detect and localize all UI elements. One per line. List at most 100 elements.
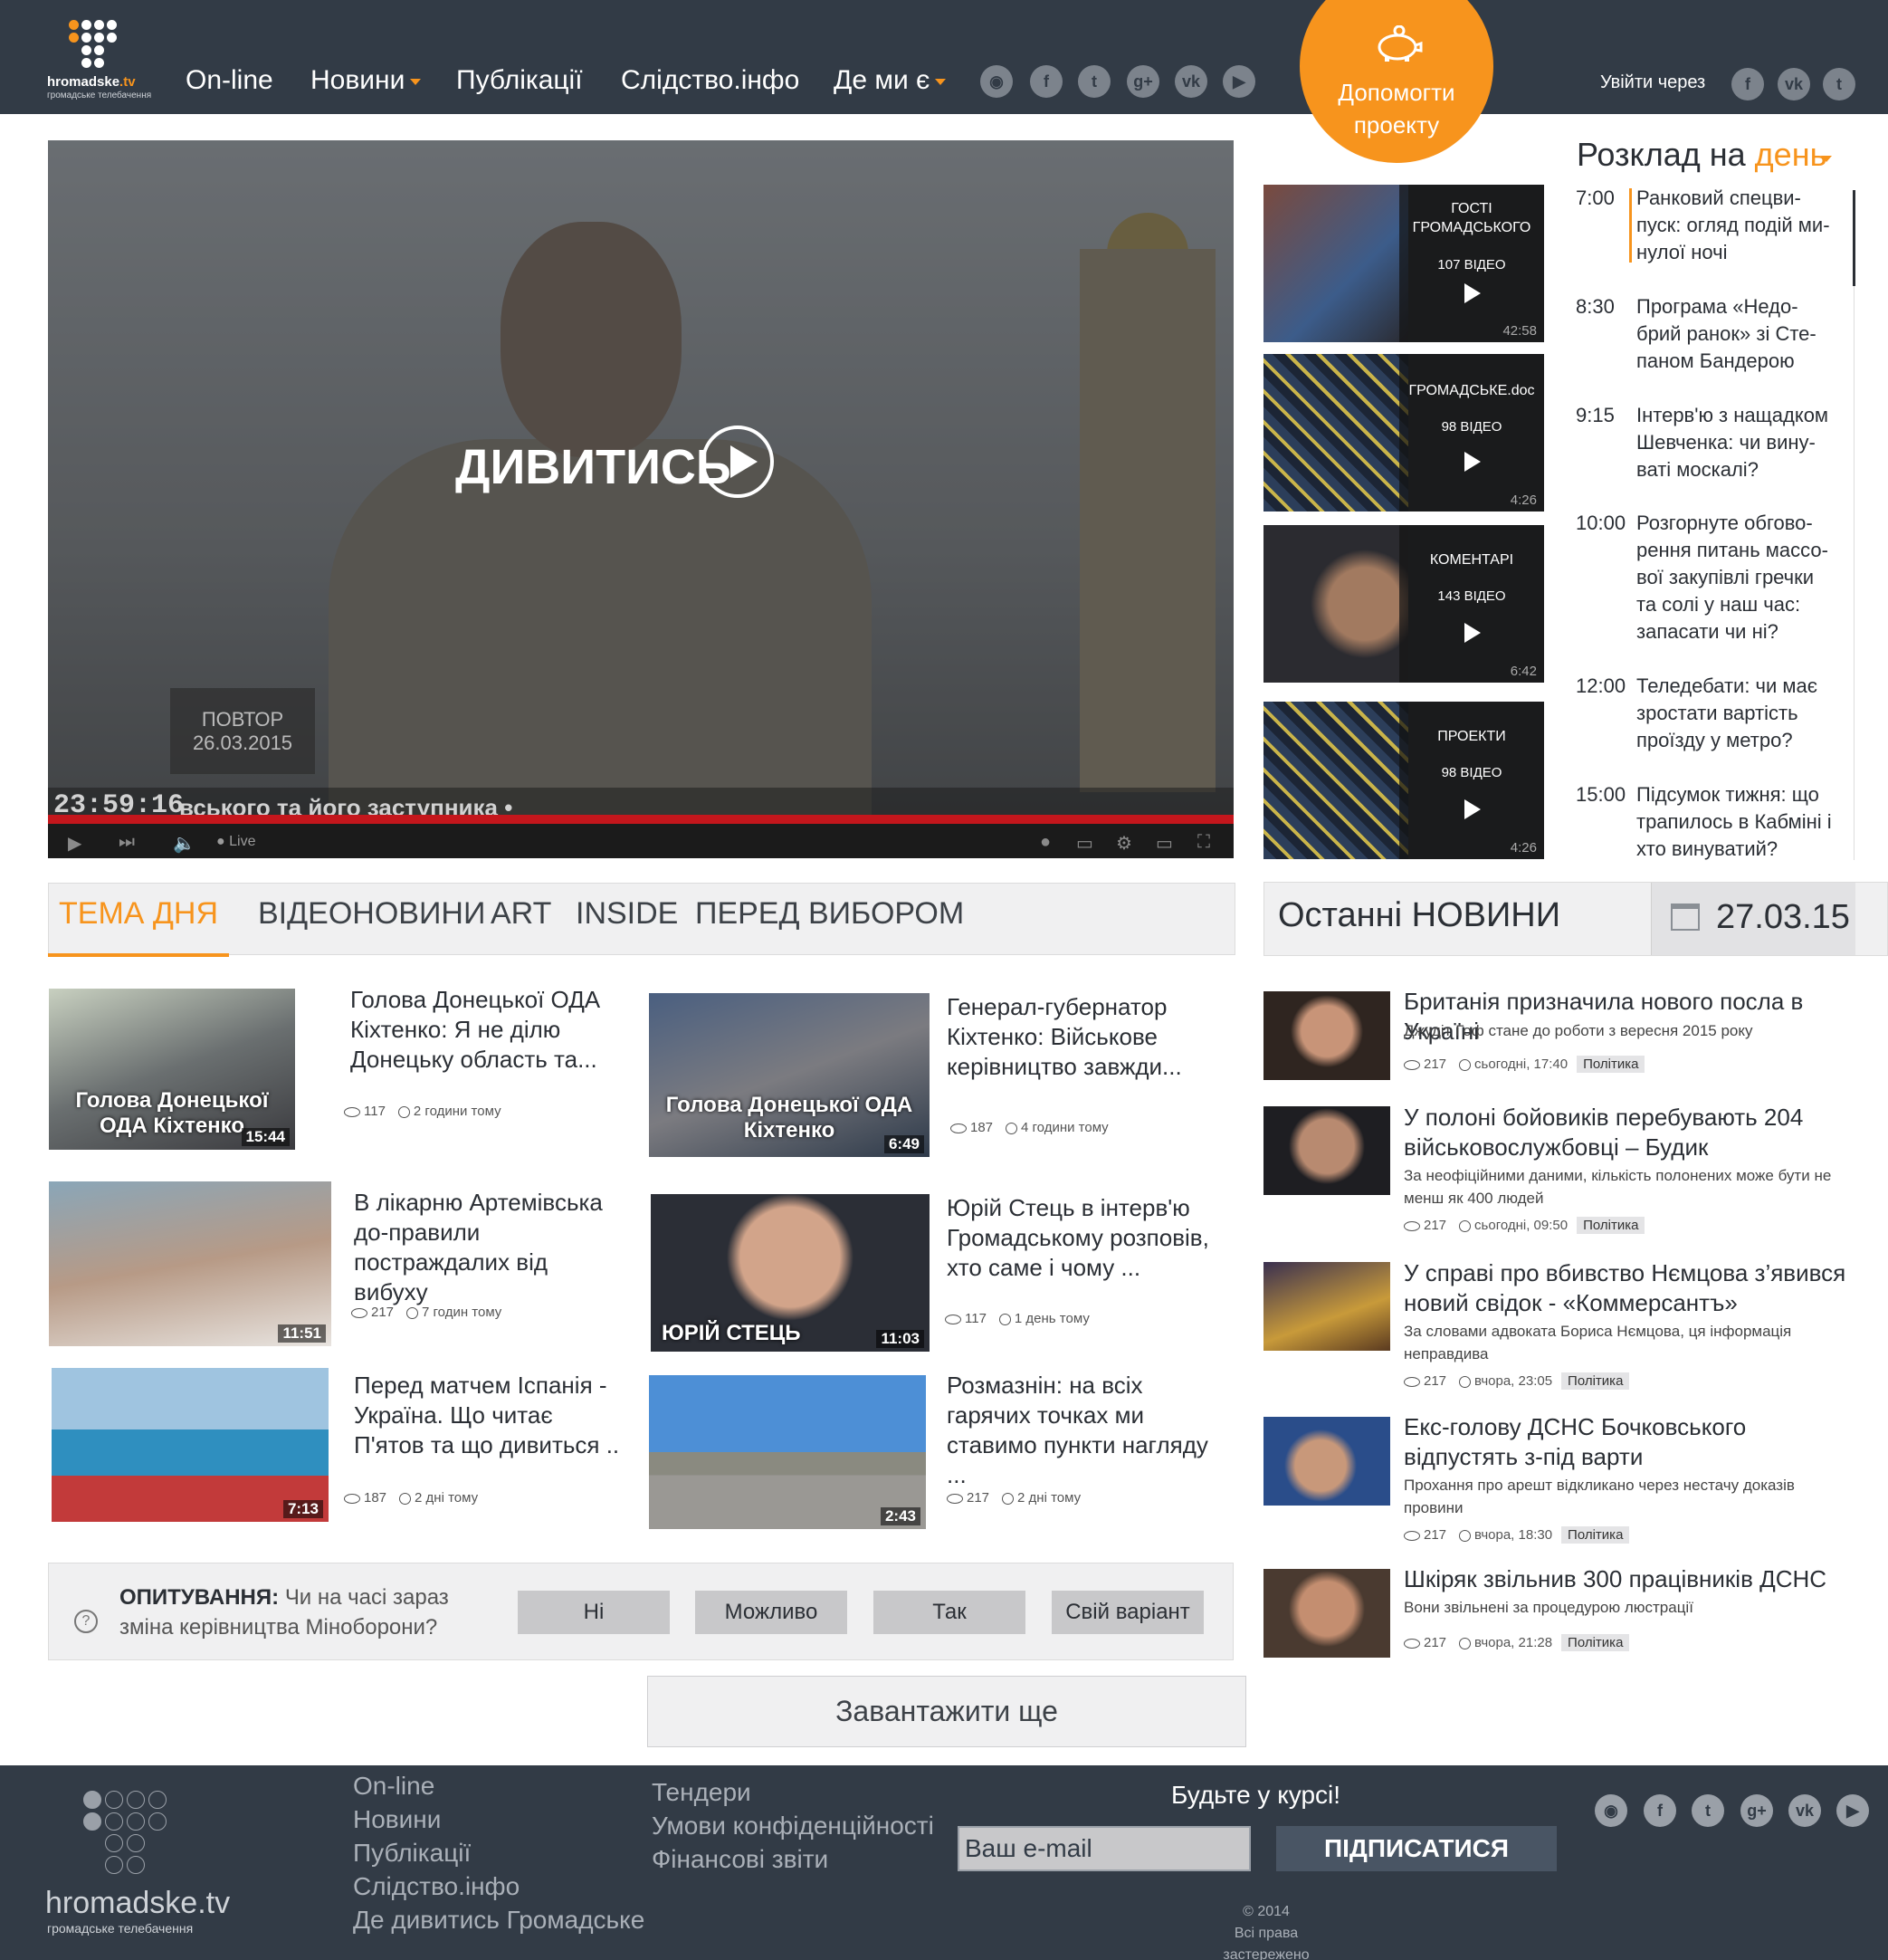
schedule-item[interactable]: Розгорнуте обгово-рення питань массо-вої… (1636, 510, 1836, 645)
logo-text[interactable]: hromadske.tv (47, 74, 136, 90)
load-more-button[interactable]: Завантажити ще (647, 1676, 1246, 1747)
tab-videonews[interactable]: ВІДЕОНОВИНИ (258, 896, 485, 932)
footer-link-privacy[interactable]: Умови конфіденційності (652, 1812, 934, 1840)
schedule-period-selector[interactable]: день (1755, 136, 1827, 173)
vk-icon[interactable]: vk (1175, 65, 1207, 98)
news-card-image[interactable]: Голова Донецької ОДА Кіхтенко 15:44 (49, 989, 295, 1150)
footer-link-online[interactable]: On-line (353, 1772, 434, 1801)
footer-link-news[interactable]: Новини (353, 1805, 441, 1834)
news-card-image[interactable]: 11:51 (49, 1181, 331, 1346)
news-title[interactable]: У справі про вбивство Нємцова з’явився н… (1404, 1258, 1856, 1318)
nav-online[interactable]: On-line (186, 65, 273, 96)
rss-icon[interactable]: ◉ (1595, 1794, 1627, 1827)
poll-option-no[interactable]: Ні (518, 1591, 670, 1634)
settings-icon[interactable]: ⚙ (1116, 832, 1132, 855)
news-title[interactable]: У полоні бойовиків перебувають 204 війсь… (1404, 1103, 1856, 1162)
playlist-card[interactable]: ПРОЕКТИ 98 ВІДЕО 4:26 (1263, 702, 1544, 859)
category-tag[interactable]: Політика (1577, 1217, 1645, 1234)
vk-icon[interactable]: vk (1778, 68, 1810, 100)
vk-icon[interactable]: vk (1788, 1794, 1821, 1827)
news-card-title[interactable]: Юрій Стець в інтерв'ю Громадському розпо… (947, 1193, 1218, 1283)
footer-link-where-to-watch[interactable]: Де дивитись Громадське (353, 1906, 644, 1935)
play-small-icon[interactable]: ▶ (68, 832, 81, 855)
facebook-icon[interactable]: f (1030, 65, 1063, 98)
category-tag[interactable]: Політика (1561, 1634, 1630, 1651)
news-thumbnail[interactable] (1263, 1569, 1390, 1658)
nav-slidstvo[interactable]: Слідство.інфо (621, 65, 799, 96)
info-icon[interactable]: ● (1040, 832, 1051, 853)
twitter-icon[interactable]: t (1823, 68, 1855, 100)
news-card-image[interactable]: 7:13 (52, 1368, 329, 1522)
youtube-icon[interactable]: ▶ (1836, 1794, 1869, 1827)
schedule-item[interactable]: Теледебати: чи має зростати вартість про… (1636, 673, 1836, 754)
category-tag[interactable]: Політика (1561, 1372, 1630, 1390)
tab-inside[interactable]: INSIDE (576, 896, 678, 932)
news-card-title[interactable]: Генерал-губернатор Кіхтенко: Військове к… (947, 992, 1218, 1082)
playlist-card[interactable]: КОМЕНТАРІ 143 ВІДЕО 6:42 (1263, 525, 1544, 683)
playlist-card[interactable]: ГРОМАДСЬКЕ.doc 98 ВІДЕО 4:26 (1263, 354, 1544, 512)
google-plus-icon[interactable]: g+ (1127, 65, 1159, 98)
eye-icon (1404, 1220, 1420, 1231)
footer-link-slidstvo[interactable]: Слідство.інфо (353, 1872, 520, 1901)
video-player[interactable]: ПОВТОР 26.03.2015 23:59:16 вського та йог… (48, 140, 1234, 858)
category-tag[interactable]: Політика (1561, 1526, 1630, 1544)
news-thumbnail[interactable] (1263, 1262, 1390, 1351)
theater-icon[interactable]: ▭ (1156, 832, 1173, 855)
chevron-down-icon[interactable] (1821, 156, 1832, 162)
schedule-item[interactable]: Програма «Недо-брий ранок» зі Сте-паном … (1636, 293, 1836, 375)
calendar-icon[interactable] (1671, 904, 1700, 931)
youtube-icon[interactable]: ▶ (1223, 65, 1255, 98)
playlist-card[interactable]: ГОСТІ ГРОМАДСЬКОГО 107 ВІДЕО 42:58 (1263, 185, 1544, 342)
tab-before-elections[interactable]: ПЕРЕД ВИБОРОМ (695, 896, 964, 932)
news-card-title[interactable]: В лікарню Артемівська до-правили постраж… (354, 1188, 625, 1307)
schedule-scrollbar[interactable] (1853, 190, 1855, 286)
poll-option-custom[interactable]: Свій варіант (1052, 1591, 1204, 1634)
subtitles-icon[interactable]: ▭ (1076, 832, 1093, 855)
nav-news[interactable]: Новини (310, 65, 422, 96)
playlist-title: ГРОМАДСЬКЕ.doc (1408, 383, 1535, 398)
nav-where[interactable]: Де ми є (834, 65, 947, 96)
news-card-image[interactable]: Голова Донецької ОДА Кіхтенко 6:49 (649, 993, 930, 1157)
footer-logo-text[interactable]: hromadske.tv (45, 1886, 230, 1921)
news-thumbnail[interactable] (1263, 1106, 1390, 1195)
category-tag[interactable]: Політика (1577, 1056, 1645, 1073)
news-thumbnail[interactable] (1263, 991, 1390, 1080)
play-icon[interactable] (701, 425, 774, 498)
news-card-title[interactable]: Розмазнін: на всіх гарячих точках ми ста… (947, 1371, 1218, 1490)
poll-option-yes[interactable]: Так (873, 1591, 1025, 1634)
fullscreen-icon[interactable]: ⛶ (1197, 832, 1210, 853)
donate-button[interactable]: Допомогти проекту (1300, 0, 1493, 163)
rss-icon[interactable]: ◉ (980, 65, 1013, 98)
twitter-icon[interactable]: t (1078, 65, 1111, 98)
next-icon[interactable]: ⏭ (119, 832, 135, 853)
footer-link-financial-reports[interactable]: Фінансові звіти (652, 1845, 828, 1874)
schedule-current-marker (1629, 188, 1632, 263)
poll-option-maybe[interactable]: Можливо (695, 1591, 847, 1634)
news-card-image[interactable]: ЮРІЙ СТЕЦЬ 11:03 (651, 1194, 930, 1352)
latest-news-date[interactable]: 27.03.15 (1716, 898, 1850, 937)
google-plus-icon[interactable]: g+ (1740, 1794, 1773, 1827)
schedule-item[interactable]: Інтерв'ю з нащадком Шевченка: чи вину-ва… (1636, 402, 1836, 483)
news-card-image[interactable]: 2:43 (649, 1375, 926, 1529)
schedule-item[interactable]: Ранковий спецви-пуск: огляд подій ми-нул… (1636, 185, 1836, 266)
news-card-title[interactable]: Голова Донецької ОДА Кіхтенко: Я не ділю… (350, 985, 622, 1075)
volume-icon[interactable]: 🔈 (173, 832, 195, 855)
facebook-icon[interactable]: f (1731, 68, 1764, 100)
watch-label[interactable]: ДИВИТИСЬ (455, 439, 731, 495)
footer-link-tenders[interactable]: Тендери (652, 1778, 751, 1807)
tab-topic-of-day[interactable]: ТЕМА ДНЯ (59, 896, 218, 932)
twitter-icon[interactable]: t (1692, 1794, 1724, 1827)
news-thumbnail[interactable] (1263, 1417, 1390, 1506)
footer-link-publications[interactable]: Публікації (353, 1839, 471, 1868)
nav-publications[interactable]: Публікації (456, 65, 583, 96)
clock-icon (1459, 1375, 1472, 1388)
email-field[interactable] (958, 1826, 1251, 1871)
news-title[interactable]: Шкіряк звільнив 300 працівників ДСНС (1404, 1564, 1856, 1594)
subscribe-button[interactable]: ПІДПИСАТИСЯ (1276, 1826, 1557, 1871)
facebook-icon[interactable]: f (1644, 1794, 1676, 1827)
news-title[interactable]: Екс-голову ДСНС Бочковського відпустять … (1404, 1412, 1856, 1472)
tab-art[interactable]: ART (491, 896, 551, 932)
video-progress[interactable] (48, 815, 1234, 824)
schedule-item[interactable]: Підсумок тижня: що трапилось в Кабміні і… (1636, 781, 1836, 863)
news-card-title[interactable]: Перед матчем Іспанія - Україна. Що читає… (354, 1371, 625, 1460)
